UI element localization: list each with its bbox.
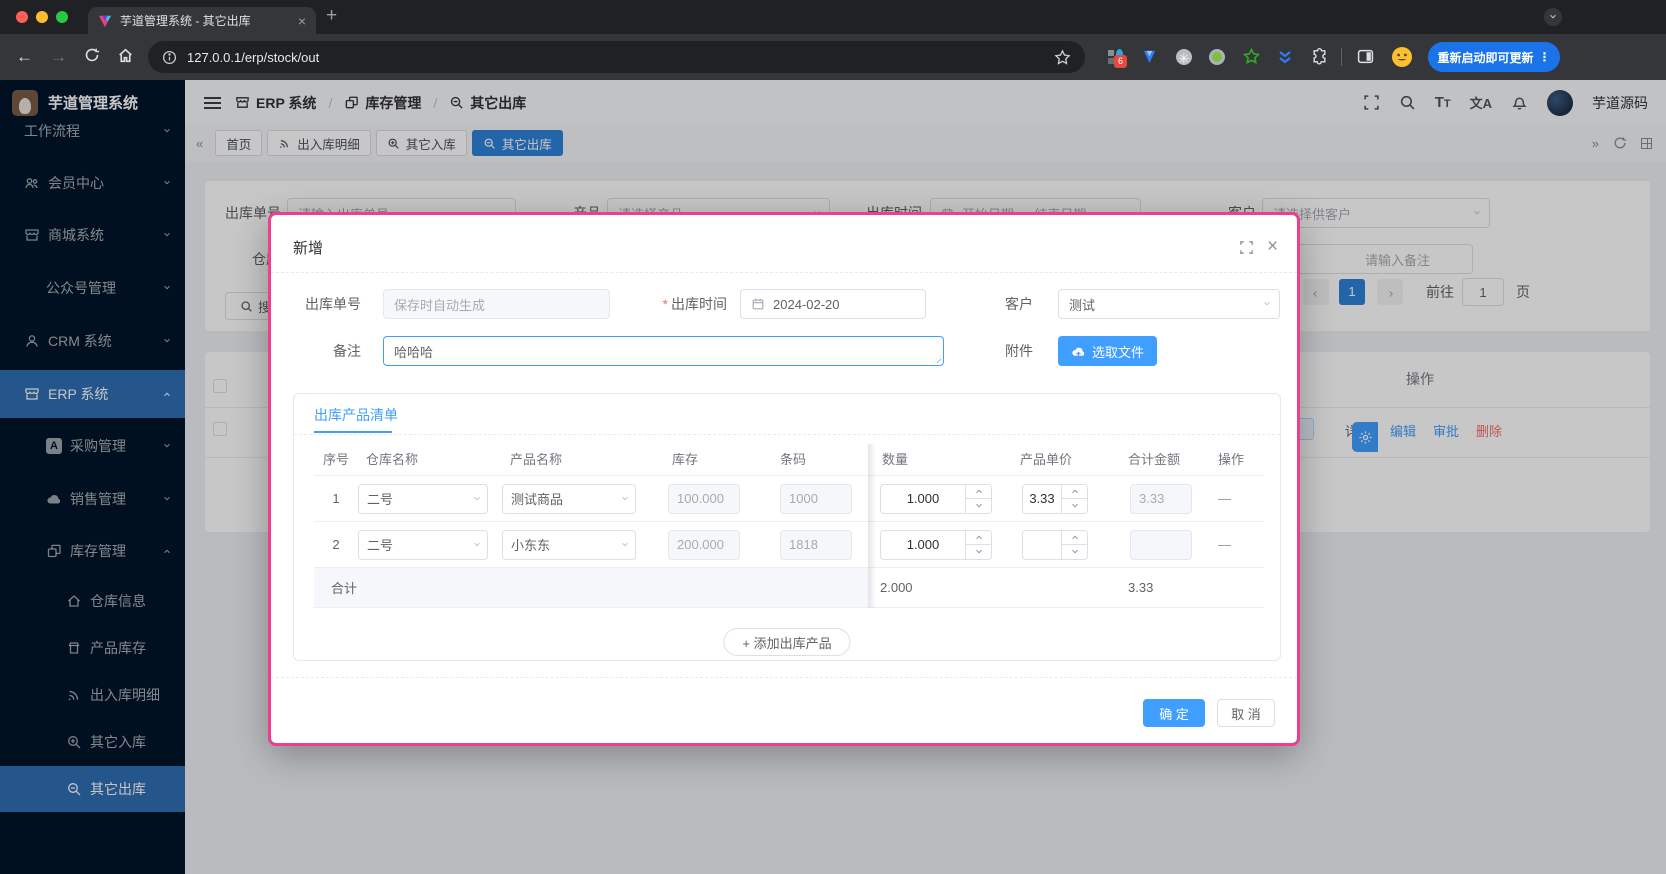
forward-icon[interactable]: → — [50, 47, 67, 67]
reload-icon[interactable] — [84, 47, 100, 63]
decrease-icon[interactable] — [966, 499, 991, 513]
tab-close-icon[interactable]: × — [298, 13, 306, 29]
stock-input: 100.000 — [668, 484, 740, 514]
url-text[interactable]: 127.0.0.1/erp/stock/out — [187, 50, 1044, 65]
new-stock-out-dialog: 新增 × 出库单号 保存时自动生成 *出库时间 2024-02-20 客户 测试… — [268, 212, 1300, 746]
stock-input: 200.000 — [668, 530, 740, 560]
increase-icon[interactable] — [1062, 531, 1087, 546]
ext-gem-icon[interactable] — [1142, 50, 1158, 66]
ext-adblock-icon[interactable]: 6 — [1108, 49, 1124, 65]
traffic-minimize-button[interactable] — [36, 11, 48, 23]
decrease-icon[interactable] — [1062, 545, 1087, 559]
dialog-title: 新增 — [293, 237, 323, 258]
amount-input — [1130, 530, 1192, 560]
profile-avatar[interactable] — [1392, 47, 1412, 67]
order-no-input[interactable]: 保存时自动生成 — [383, 289, 610, 319]
barcode-input: 1818 — [780, 530, 852, 560]
update-label: 重新启动即可更新 — [1437, 49, 1533, 66]
warehouse-select[interactable]: 二号 — [358, 530, 488, 560]
qty-stepper[interactable]: 1.000 — [880, 484, 992, 514]
total-label: 合计 — [314, 568, 868, 607]
add-product-button[interactable]: + 添加出库产品 — [723, 628, 850, 656]
tab-product-list[interactable]: 出库产品清单 — [314, 405, 398, 425]
product-select[interactable]: 测试商品 — [502, 484, 636, 514]
ext-snowflake-icon[interactable]: ✳ — [1176, 49, 1192, 65]
out-time-picker[interactable]: 2024-02-20 — [740, 289, 926, 319]
more-menu-icon[interactable]: ⋮ — [1539, 50, 1551, 64]
browser-tabstrip: 芋道管理系统 - 其它出库 × + — [0, 0, 1666, 34]
total-qty: 2.000 — [868, 580, 1006, 595]
extensions-puzzle-icon[interactable] — [1311, 48, 1327, 64]
price-stepper[interactable]: 3.33 — [1022, 484, 1088, 514]
increase-icon[interactable] — [966, 531, 991, 546]
remark-label: 备注 — [271, 336, 373, 366]
out-time-label: *出库时间 — [623, 289, 727, 319]
new-tab-button[interactable]: + — [326, 5, 337, 27]
traffic-close-button[interactable] — [16, 11, 28, 23]
tab-search-chevron-icon[interactable] — [1544, 8, 1562, 26]
chevron-down-icon — [622, 540, 628, 546]
dialog-fullscreen-icon[interactable] — [1239, 240, 1255, 256]
amount-input: 3.33 — [1130, 484, 1192, 514]
tab-title: 芋道管理系统 - 其它出库 — [120, 12, 290, 29]
customer-label: 客户 — [971, 289, 1045, 319]
select-file-button[interactable]: 选取文件 — [1058, 336, 1157, 366]
screen: 芋道管理系统 - 其它出库 × + ← → 127.0.0.1/erp/stoc… — [0, 0, 1666, 874]
remark-textarea[interactable]: 哈哈哈 — [383, 336, 944, 366]
row-op-dash: — — [1204, 537, 1264, 552]
ext-star-icon[interactable] — [1243, 48, 1259, 64]
calendar-icon — [751, 297, 765, 311]
product-table: 序号 仓库名称 产品名称 库存 条码 数量 产品单价 合计金额 操作 1 二号 … — [314, 444, 1264, 608]
back-icon[interactable]: ← — [16, 47, 33, 67]
home-icon[interactable] — [117, 47, 134, 64]
table-row: 2 二号 小东东 200.000 1818 1.000 — — [314, 522, 1264, 568]
order-no-label: 出库单号 — [271, 289, 373, 319]
resize-handle[interactable] — [933, 355, 941, 363]
increase-icon[interactable] — [1062, 485, 1087, 500]
chevron-down-icon — [474, 540, 480, 546]
confirm-button[interactable]: 确 定 — [1143, 699, 1205, 727]
product-list-card: 出库产品清单 序号 仓库名称 产品名称 库存 条码 数量 产品单价 合计金额 操… — [293, 393, 1281, 661]
traffic-zoom-button[interactable] — [56, 11, 68, 23]
dialog-close-icon[interactable]: × — [1267, 236, 1283, 252]
decrease-icon[interactable] — [966, 545, 991, 559]
table-total-row: 合计 2.000 3.33 — [314, 568, 1264, 608]
decrease-icon[interactable] — [1062, 499, 1087, 513]
attachment-label: 附件 — [971, 336, 1045, 366]
app-root: 芋道管理系统 工作流程 会员中心 商城系统 公众号管理 CRM 系统 — [0, 80, 1666, 874]
table-row: 1 二号 测试商品 100.000 1000 1.000 3.33 3.33 — — [314, 476, 1264, 522]
total-amount: 3.33 — [1106, 580, 1204, 595]
browser-tab[interactable]: 芋道管理系统 - 其它出库 × — [88, 7, 316, 34]
increase-icon[interactable] — [966, 485, 991, 500]
ext-chevrons-icon[interactable] — [1277, 49, 1293, 65]
chevron-down-icon — [622, 494, 628, 500]
chevron-down-icon — [1264, 300, 1270, 306]
row-op-dash: — — [1204, 491, 1264, 506]
ext-green-circle-icon[interactable] — [1209, 49, 1225, 65]
browser-toolbar: ← → 127.0.0.1/erp/stock/out 6 — [0, 34, 1666, 80]
chevron-down-icon — [474, 494, 480, 500]
toolbar-divider — [1341, 48, 1342, 66]
barcode-input: 1000 — [780, 484, 852, 514]
bookmark-star-icon[interactable] — [1054, 49, 1071, 66]
cancel-button[interactable]: 取 消 — [1217, 699, 1275, 727]
required-asterisk: * — [663, 296, 668, 312]
chrome-update-button[interactable]: 重新启动即可更新 ⋮ — [1428, 42, 1560, 72]
price-stepper[interactable] — [1022, 530, 1088, 560]
fixed-column-shadow — [868, 444, 876, 608]
customer-select[interactable]: 测试 — [1058, 289, 1280, 319]
site-info-icon[interactable] — [162, 50, 177, 65]
tab-favicon — [98, 14, 112, 28]
extension-badge: 6 — [1114, 55, 1127, 68]
upload-cloud-icon — [1071, 344, 1086, 359]
side-panel-icon[interactable] — [1357, 48, 1373, 64]
address-bar[interactable]: 127.0.0.1/erp/stock/out — [148, 41, 1085, 73]
product-select[interactable]: 小东东 — [502, 530, 636, 560]
warehouse-select[interactable]: 二号 — [358, 484, 488, 514]
table-header-row: 序号 仓库名称 产品名称 库存 条码 数量 产品单价 合计金额 操作 — [314, 444, 1264, 476]
qty-stepper[interactable]: 1.000 — [880, 530, 992, 560]
